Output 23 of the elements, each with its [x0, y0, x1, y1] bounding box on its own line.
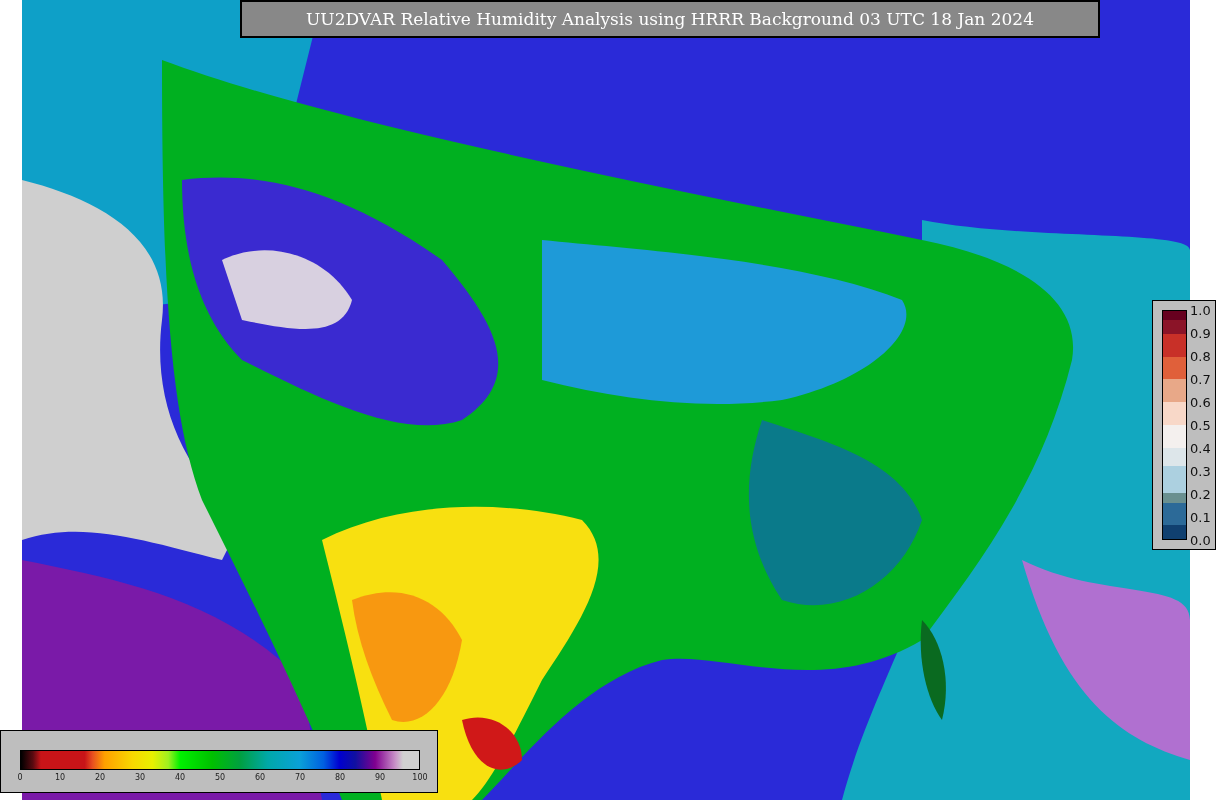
map-title: UU2DVAR Relative Humidity Analysis using HRRR Background 03 UTC 18 Jan 2024: [240, 0, 1100, 38]
tick-label: 0.4: [1190, 440, 1211, 458]
tick-label: 0.5: [1190, 417, 1211, 435]
tick-label: 0.3: [1190, 463, 1211, 481]
tick-label: 0.9: [1190, 325, 1211, 343]
tick-label: 0.7: [1190, 371, 1211, 389]
tick-label: 50: [213, 773, 227, 782]
tick-label: 0.1: [1190, 509, 1211, 527]
tick-label: 70: [293, 773, 307, 782]
tick-label: 40: [173, 773, 187, 782]
tick-label: 90: [373, 773, 387, 782]
tick-label: 0.8: [1190, 348, 1211, 366]
tick-label: 0.0: [1190, 532, 1211, 550]
tick-label: 60: [253, 773, 267, 782]
tick-label: 0.6: [1190, 394, 1211, 412]
tick-label: 1.0: [1190, 302, 1211, 320]
tick-label: 80: [333, 773, 347, 782]
tick-label: 20: [93, 773, 107, 782]
tick-label: 100: [411, 773, 429, 782]
tick-label: 30: [133, 773, 147, 782]
tick-label: 0: [16, 773, 24, 782]
tick-label: 0.2: [1190, 486, 1211, 504]
tick-label: 10: [53, 773, 67, 782]
